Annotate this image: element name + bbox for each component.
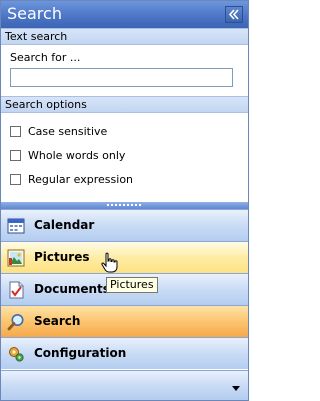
collapse-pane-button[interactable] xyxy=(225,6,243,23)
pane-title: Search xyxy=(7,4,62,23)
collapse-left-icon xyxy=(228,9,239,20)
search-input[interactable] xyxy=(10,68,233,87)
nav-item-configuration[interactable]: Configuration xyxy=(1,337,248,369)
nav-label-pictures: Pictures xyxy=(34,250,90,264)
search-for-label: Search for ... xyxy=(10,51,81,64)
whole-words-label: Whole words only xyxy=(28,149,126,162)
documents-icon xyxy=(9,281,24,299)
nav-item-pictures[interactable]: Pictures xyxy=(1,241,248,273)
navigation-pane: Search Text search Search for ... Search… xyxy=(0,0,249,401)
tooltip-text: Pictures xyxy=(110,278,154,291)
configuration-icon xyxy=(9,347,24,362)
text-search-section-title: Text search xyxy=(5,30,68,43)
pictures-tooltip: Pictures xyxy=(106,277,158,293)
nav-footer xyxy=(1,370,248,400)
regular-expression-label: Regular expression xyxy=(28,173,134,186)
nav-label-search: Search xyxy=(34,314,81,328)
nav-label-documents: Documents xyxy=(34,282,110,296)
hand-cursor-icon xyxy=(101,252,118,273)
case-sensitive-checkbox[interactable] xyxy=(10,126,21,137)
nav-label-configuration: Configuration xyxy=(34,346,127,360)
magnifier-icon xyxy=(7,314,24,331)
nav-label-calendar: Calendar xyxy=(34,218,95,232)
nav-item-calendar[interactable]: Calendar xyxy=(1,209,248,241)
calendar-icon xyxy=(7,218,25,234)
text-search-section-header[interactable]: Text search xyxy=(1,28,248,45)
pictures-icon xyxy=(7,249,25,267)
nav-item-search[interactable]: Search xyxy=(1,305,248,337)
whole-words-checkbox[interactable] xyxy=(10,150,21,161)
case-sensitive-label: Case sensitive xyxy=(28,125,108,138)
configure-buttons-dropdown-icon[interactable] xyxy=(230,383,242,393)
pane-splitter[interactable] xyxy=(1,202,248,209)
splitter-grip xyxy=(107,204,143,206)
search-options-section-header[interactable]: Search options xyxy=(1,96,248,113)
regular-expression-checkbox[interactable] xyxy=(10,174,21,185)
search-options-section-title: Search options xyxy=(5,98,87,111)
pane-header: Search xyxy=(1,1,248,28)
